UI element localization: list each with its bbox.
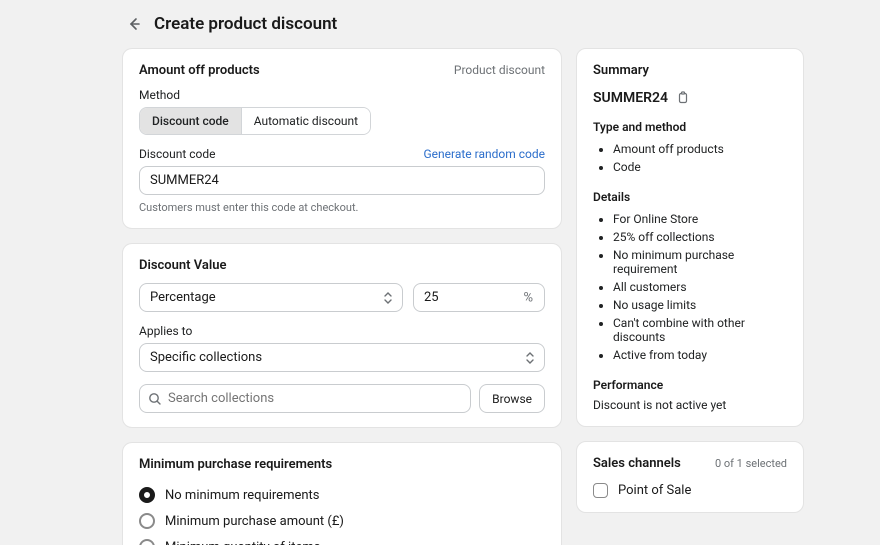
discount-code-hint: Customers must enter this code at checko… bbox=[139, 201, 545, 214]
summary-type-head: Type and method bbox=[593, 120, 787, 134]
applies-to-select[interactable] bbox=[139, 343, 545, 372]
sales-channels-title: Sales channels bbox=[593, 456, 681, 471]
list-item: Active from today bbox=[613, 346, 787, 364]
value-type-select[interactable] bbox=[139, 283, 403, 312]
radio-label: No minimum requirements bbox=[165, 488, 320, 503]
page-header: Create product discount bbox=[0, 0, 880, 48]
browse-button[interactable]: Browse bbox=[479, 384, 545, 413]
list-item: For Online Store bbox=[613, 210, 787, 228]
summary-card: Summary SUMMER24 Type and method Amount … bbox=[576, 48, 804, 427]
applies-to-label: Applies to bbox=[139, 324, 545, 338]
method-segmented: Discount code Automatic discount bbox=[139, 107, 371, 135]
sales-channels-count: 0 of 1 selected bbox=[715, 457, 787, 470]
min-purchase-option-amount[interactable]: Minimum purchase amount (£) bbox=[139, 508, 545, 534]
radio-icon bbox=[139, 487, 155, 503]
search-collections-input[interactable] bbox=[139, 384, 471, 413]
discount-code-label: Discount code bbox=[139, 147, 216, 161]
discount-code-input[interactable] bbox=[139, 166, 545, 195]
channel-option-pos[interactable]: Point of Sale bbox=[593, 483, 787, 498]
page-title: Create product discount bbox=[154, 14, 337, 34]
list-item: Can't combine with other discounts bbox=[613, 314, 787, 346]
min-purchase-title: Minimum purchase requirements bbox=[139, 457, 545, 472]
value-suffix: % bbox=[523, 290, 533, 305]
summary-title: Summary bbox=[593, 63, 787, 78]
list-item: Code bbox=[613, 158, 787, 176]
summary-type-list: Amount off products Code bbox=[593, 140, 787, 176]
discount-value-title: Discount Value bbox=[139, 258, 545, 273]
method-option-auto[interactable]: Automatic discount bbox=[241, 108, 370, 134]
radio-icon bbox=[139, 513, 155, 529]
summary-perf-text: Discount is not active yet bbox=[593, 398, 787, 412]
value-number-wrap: % bbox=[413, 283, 545, 312]
list-item: No usage limits bbox=[613, 296, 787, 314]
min-purchase-option-quantity[interactable]: Minimum quantity of items bbox=[139, 534, 545, 545]
amount-off-card: Amount off products Product discount Met… bbox=[122, 48, 562, 229]
chevron-updown-icon bbox=[383, 291, 393, 305]
channel-label: Point of Sale bbox=[618, 483, 691, 498]
summary-details-list: For Online Store 25% off collections No … bbox=[593, 210, 787, 364]
summary-perf-head: Performance bbox=[593, 378, 787, 392]
clipboard-icon[interactable] bbox=[676, 91, 690, 105]
applies-to-value[interactable] bbox=[139, 343, 545, 372]
list-item: 25% off collections bbox=[613, 228, 787, 246]
list-item: Amount off products bbox=[613, 140, 787, 158]
min-purchase-option-none[interactable]: No minimum requirements bbox=[139, 482, 545, 508]
summary-details-head: Details bbox=[593, 190, 787, 204]
chevron-updown-icon bbox=[525, 351, 535, 365]
list-item: No minimum purchase requirement bbox=[613, 246, 787, 278]
back-arrow-icon[interactable] bbox=[126, 16, 142, 32]
sales-channels-card: Sales channels 0 of 1 selected Point of … bbox=[576, 441, 804, 513]
amount-off-title: Amount off products bbox=[139, 63, 260, 78]
method-option-code[interactable]: Discount code bbox=[140, 108, 241, 134]
radio-label: Minimum quantity of items bbox=[165, 540, 320, 545]
value-type-value[interactable] bbox=[139, 283, 403, 312]
search-icon bbox=[148, 392, 162, 406]
discount-value-card: Discount Value % Applies to bbox=[122, 243, 562, 428]
min-purchase-card: Minimum purchase requirements No minimum… bbox=[122, 442, 562, 545]
summary-code: SUMMER24 bbox=[593, 90, 668, 106]
method-label: Method bbox=[139, 88, 545, 102]
radio-label: Minimum purchase amount (£) bbox=[165, 514, 344, 529]
amount-off-subtitle: Product discount bbox=[454, 63, 545, 77]
checkbox-icon bbox=[593, 483, 608, 498]
radio-icon bbox=[139, 539, 155, 545]
list-item: All customers bbox=[613, 278, 787, 296]
generate-code-link[interactable]: Generate random code bbox=[423, 147, 545, 161]
